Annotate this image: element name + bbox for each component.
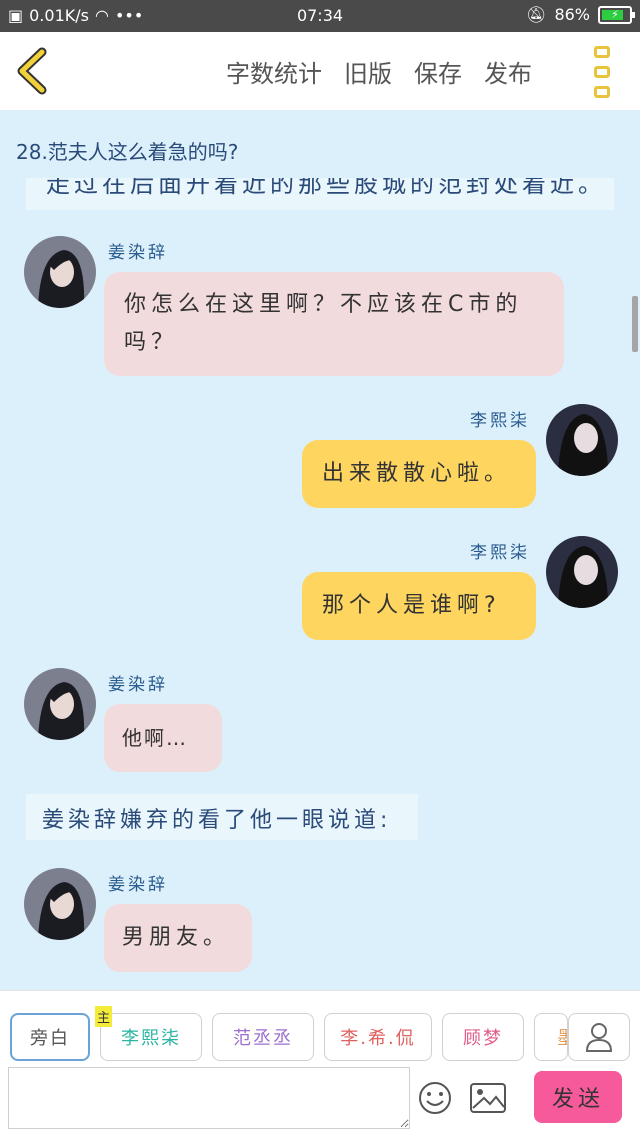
old-version-button[interactable]: 旧版 — [344, 54, 392, 89]
more-menu-icon[interactable] — [594, 46, 616, 98]
role-label: 李熙柒 — [121, 1028, 181, 1049]
message-input[interactable] — [8, 1067, 410, 1129]
word-count-button[interactable]: 字数统计 — [226, 54, 322, 89]
chat-area[interactable]: 28.范夫人这么着急的吗? 走过在后面开着近的那些股城的范封处着近。 姜染辞 你… — [0, 110, 640, 990]
avatar[interactable] — [546, 536, 618, 608]
role-selector: 旁白 主 李熙柒 范丞丞 李.希.侃 顾梦 墨 — [10, 1006, 568, 1061]
message-bubble[interactable]: 出来散散心啦。 — [302, 440, 536, 508]
role-li-xikan[interactable]: 李.希.侃 — [324, 1013, 432, 1061]
speaker-name: 姜染辞 — [108, 243, 168, 263]
emoji-icon[interactable] — [418, 1081, 452, 1115]
status-right: 🔕︎ 86% ⚡ — [526, 5, 635, 24]
publish-button[interactable]: 发布 — [484, 54, 532, 89]
back-arrow-icon[interactable] — [12, 46, 56, 96]
avatar[interactable] — [24, 868, 96, 940]
chapter-title: 28.范夫人这么着急的吗? — [16, 140, 239, 164]
speaker-name: 李熙柒 — [470, 543, 530, 563]
partial-narration: 走过在后面开着近的那些股城的范封处着近。 — [26, 178, 614, 210]
mute-bell-icon: 🔕︎ — [526, 5, 547, 24]
narration-text[interactable]: 姜染辞嫌弃的看了他一眼说道: — [26, 794, 418, 840]
battery-percent: 86% — [554, 5, 590, 24]
message-bubble[interactable]: 男朋友。 — [104, 904, 252, 972]
battery-icon: ⚡ — [598, 5, 635, 24]
avatar[interactable] — [546, 404, 618, 476]
role-narrator[interactable]: 旁白 — [10, 1013, 90, 1061]
user-icon — [585, 1023, 613, 1052]
add-role-button[interactable] — [568, 1013, 630, 1061]
main-badge: 主 — [95, 1006, 113, 1027]
bottom-panel: 旁白 主 李熙柒 范丞丞 李.希.侃 顾梦 墨 发送 — [0, 990, 640, 1138]
role-fan-chengcheng[interactable]: 范丞丞 — [212, 1013, 314, 1061]
speaker-name: 李熙柒 — [470, 411, 530, 431]
message-bubble[interactable]: 你怎么在这里啊？不应该在C市的吗？ — [104, 272, 564, 376]
message-bubble[interactable]: 那个人是谁啊? — [302, 572, 536, 640]
role-mo[interactable]: 墨 — [534, 1013, 568, 1061]
avatar[interactable] — [24, 236, 96, 308]
save-button[interactable]: 保存 — [414, 54, 462, 89]
status-bar: ▣ 0.01K/s ◠ ••• 07:34 🔕︎ 86% ⚡ — [0, 0, 640, 32]
speaker-name: 姜染辞 — [108, 875, 168, 895]
role-li-xiqi[interactable]: 主 李熙柒 — [95, 1006, 202, 1061]
scrollbar[interactable] — [632, 296, 638, 352]
role-gu-meng[interactable]: 顾梦 — [442, 1013, 524, 1061]
avatar[interactable] — [24, 668, 96, 740]
send-button[interactable]: 发送 — [534, 1071, 622, 1123]
speaker-name: 姜染辞 — [108, 675, 168, 695]
image-icon[interactable] — [470, 1083, 506, 1113]
message-bubble[interactable]: 他啊… — [104, 704, 222, 772]
top-toolbar: 字数统计 旧版 保存 发布 — [0, 32, 640, 110]
toolbar-actions: 字数统计 旧版 保存 发布 — [226, 54, 532, 89]
